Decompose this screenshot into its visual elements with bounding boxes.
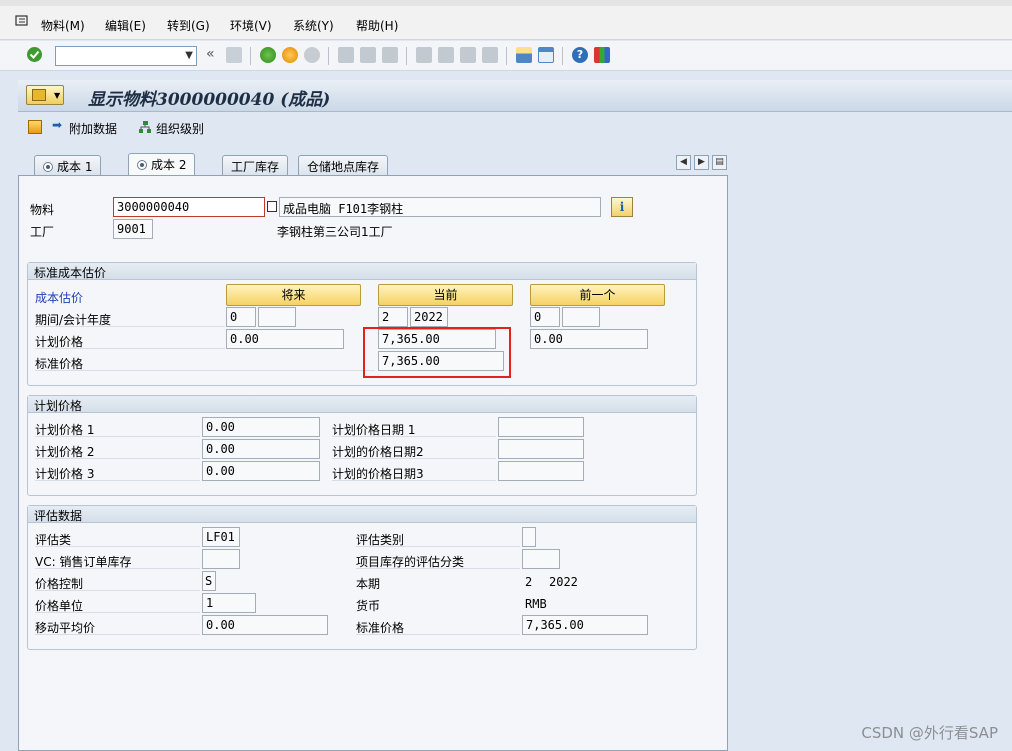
previous-planned-price-field: 0.00 — [530, 329, 648, 349]
info-icon[interactable]: i — [611, 197, 633, 217]
menu-environment[interactable]: 环境(V) — [230, 17, 272, 34]
group-title: 标准成本估价 — [28, 263, 696, 280]
material-icon — [32, 89, 46, 101]
chevron-down-icon[interactable]: ▼ — [185, 50, 193, 61]
find-next-icon[interactable] — [382, 47, 398, 63]
chevron-down-icon: ▼ — [54, 91, 61, 100]
next-page-icon[interactable] — [460, 47, 476, 63]
current-year-value: 2022 — [549, 575, 578, 589]
current-year-field: 2022 — [410, 307, 448, 327]
cost-estimate-label: 成本估价 — [35, 291, 84, 305]
standard-toolbar: ▼ « ? — [0, 41, 1012, 71]
command-field[interactable]: ▼ — [55, 46, 197, 66]
tab-label: 成本 2 — [151, 158, 187, 172]
help-icon[interactable]: ? — [572, 47, 588, 63]
price-control-field: S — [202, 571, 216, 591]
highlight-box — [363, 327, 511, 378]
org-levels-button[interactable]: 组织级别 — [156, 120, 204, 137]
plant-field: 9001 — [113, 219, 153, 239]
previous-button[interactable]: 前一个 — [530, 284, 665, 306]
tab-label: 仓储地点库存 — [307, 160, 380, 174]
current-period-label: 本期 — [356, 577, 381, 591]
copy-icon[interactable] — [267, 201, 277, 212]
project-stock-valuation-class-field — [522, 549, 560, 569]
tab-scroll-right-icon[interactable]: ▶ — [694, 155, 709, 170]
previous-year-field — [562, 307, 600, 327]
watermark: CSDN @外行看SAP — [861, 724, 998, 742]
create-view-icon[interactable] — [28, 120, 42, 134]
menu-goto[interactable]: 转到(G) — [167, 17, 210, 34]
current-period-value: 2 — [525, 575, 533, 589]
tab-label: 成本 1 — [57, 160, 93, 174]
prev-page-icon[interactable] — [438, 47, 454, 63]
moving-average-price-field: 0.00 — [202, 615, 328, 635]
planned-price-3-field: 0.00 — [202, 461, 320, 481]
tab-costing-1[interactable]: 成本 1 — [34, 155, 102, 175]
current-button[interactable]: 当前 — [378, 284, 513, 306]
price-unit-field: 1 — [202, 593, 256, 613]
tab-scroll-left-icon[interactable]: ◀ — [676, 155, 691, 170]
group-title: 评估数据 — [28, 506, 696, 523]
menu-edit[interactable]: 编辑(E) — [105, 17, 146, 34]
customize-layout-icon[interactable] — [594, 47, 610, 63]
currency-value: RMB — [525, 597, 547, 611]
shortcut-icon[interactable] — [538, 47, 554, 63]
page-title: 显示物料3000000040 (成品) — [88, 90, 331, 110]
future-planned-price-field: 0.00 — [226, 329, 344, 349]
menu-bar: 物料(M) 编辑(E) 转到(G) 环境(V) 系统(Y) 帮助(H) — [0, 0, 1012, 40]
group-title: 计划价格 — [28, 396, 696, 413]
tab-list-icon[interactable]: ▤ — [712, 155, 727, 170]
valuation-standard-price-field: 7,365.00 — [522, 615, 648, 635]
tab-plant-stock[interactable]: 工厂库存 — [222, 155, 289, 175]
print-icon[interactable] — [338, 47, 354, 63]
new-session-icon[interactable] — [516, 47, 532, 63]
plant-description: 李钢柱第三公司1工厂 — [277, 225, 393, 239]
application-toolbar: ➡ 附加数据 组织级别 — [18, 114, 1012, 144]
save-icon[interactable] — [226, 47, 242, 63]
menu-material[interactable]: 物料(M) — [41, 17, 85, 34]
planned-price-date-3-field — [498, 461, 584, 481]
menu-button[interactable]: ▼ — [26, 85, 64, 105]
additional-data-button[interactable]: 附加数据 — [69, 120, 117, 137]
tab-storage-location-stock[interactable]: 仓储地点库存 — [298, 155, 389, 175]
planned-price-date-2-field — [498, 439, 584, 459]
material-field[interactable]: 3000000040 — [113, 197, 265, 217]
collapse-command-icon[interactable]: « — [206, 46, 222, 62]
title-bar: ▼ 显示物料3000000040 (成品) — [18, 80, 1012, 112]
tab-radio-icon — [43, 162, 53, 172]
cancel-icon[interactable] — [304, 47, 320, 63]
org-structure-icon — [138, 120, 152, 134]
planned-price-date-1-field — [498, 417, 584, 437]
menu-help[interactable]: 帮助(H) — [356, 17, 398, 34]
vc-sales-order-stock-field — [202, 549, 240, 569]
tab-label: 工厂库存 — [231, 160, 280, 174]
future-year-field — [258, 307, 296, 327]
previous-period-field: 0 — [530, 307, 560, 327]
current-period-field: 2 — [378, 307, 408, 327]
menu-launch-icon[interactable] — [15, 15, 29, 27]
plant-label: 工厂 — [30, 225, 55, 239]
arrow-right-icon: ➡ — [52, 118, 63, 132]
currency-label: 货币 — [356, 599, 381, 613]
menu-system[interactable]: 系统(Y) — [293, 17, 334, 34]
tab-costing-2[interactable]: 成本 2 — [128, 153, 196, 175]
window-top-strip — [0, 0, 1012, 6]
future-period-field: 0 — [226, 307, 256, 327]
exit-icon[interactable] — [282, 47, 298, 63]
planned-price-2-field: 0.00 — [202, 439, 320, 459]
find-icon[interactable] — [360, 47, 376, 63]
material-label: 物料 — [30, 203, 55, 217]
valuation-category-field — [522, 527, 536, 547]
future-button[interactable]: 将来 — [226, 284, 361, 306]
back-icon[interactable] — [260, 47, 276, 63]
planned-price-1-field: 0.00 — [202, 417, 320, 437]
first-page-icon[interactable] — [416, 47, 432, 63]
material-description-field: 成品电脑 F101李钢柱 — [279, 197, 601, 217]
tab-radio-icon — [137, 160, 147, 170]
enter-icon[interactable] — [26, 46, 42, 62]
valuation-class-field: LF01 — [202, 527, 240, 547]
last-page-icon[interactable] — [482, 47, 498, 63]
